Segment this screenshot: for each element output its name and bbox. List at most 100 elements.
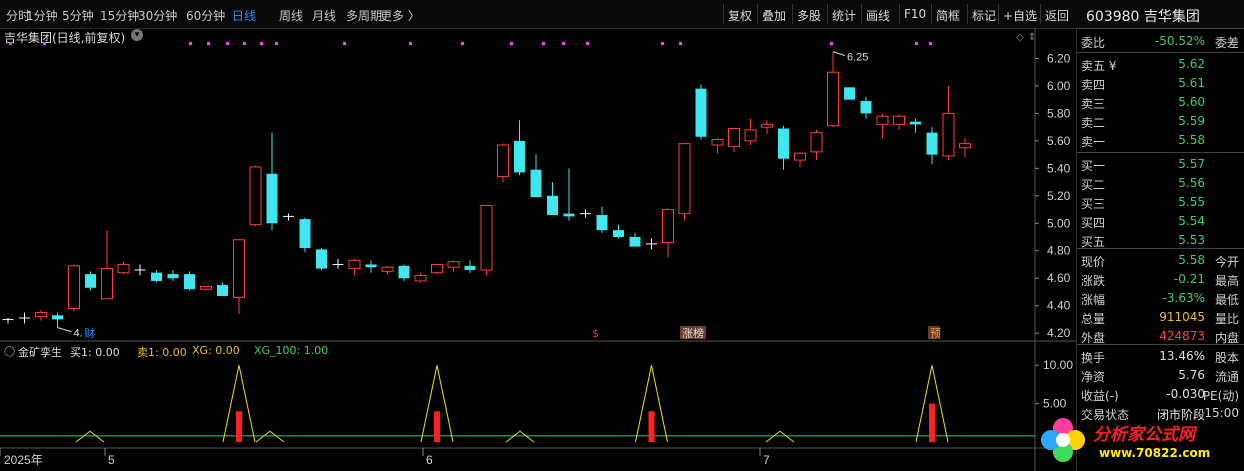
toolbar-action-4[interactable]: 画线	[866, 7, 890, 24]
sell-row-value: 5.60	[1178, 95, 1205, 109]
stat-row-label: 现价	[1081, 255, 1106, 269]
marker-dot	[226, 42, 229, 45]
toolbar-separator	[827, 4, 828, 24]
stat2-row: 收益(-) -0.030 PE(动)	[1081, 384, 1241, 404]
stat-row: 外盘 424873 内盘	[1081, 326, 1241, 346]
period-tab-2[interactable]: 5分钟	[62, 7, 94, 24]
stat-row-label: 涨跌	[1081, 274, 1106, 288]
sell-row-value: 5.59	[1178, 114, 1205, 128]
sell-row-label: 卖三	[1081, 97, 1106, 111]
toolbar-action-5[interactable]: F10	[904, 7, 926, 21]
candle-body	[827, 71, 839, 127]
sell-row-value: 5.61	[1178, 76, 1205, 90]
toolbar-action-1[interactable]: 叠加	[762, 7, 786, 24]
marker-dot	[461, 42, 464, 45]
stat2-row-value: 13.46%	[1159, 349, 1205, 363]
minor-peak	[765, 430, 795, 443]
candle-body	[414, 274, 427, 282]
candle-body	[678, 143, 691, 215]
buy-row-label: 买四	[1081, 216, 1106, 230]
stat2-row: 换手 13.46% 股本	[1081, 346, 1241, 366]
candle-body	[810, 132, 823, 153]
weibi-row-value: -50.52%	[1154, 34, 1205, 48]
diamond-icon: ◇	[1016, 32, 1024, 43]
buy-row-value: 5.55	[1178, 195, 1205, 209]
stat2-row-label: 换手	[1081, 351, 1106, 365]
toolbar-action-9[interactable]: 返回	[1045, 7, 1069, 24]
sell-row-value: 5.62	[1178, 57, 1205, 71]
toolbar-action-7[interactable]: 标记	[972, 7, 996, 24]
period-tab-8[interactable]: 月线	[312, 7, 336, 24]
candle-body	[596, 215, 608, 231]
sell-row-label: 卖一	[1081, 135, 1106, 149]
toolbar-separator	[931, 4, 932, 24]
panel-divider	[1077, 52, 1244, 53]
toolbar-action-0[interactable]: 复权	[728, 7, 752, 24]
candle-body	[381, 266, 394, 272]
buy-row: 买一 5.57	[1081, 154, 1241, 174]
sell-row: 卖二 5.59	[1081, 111, 1241, 131]
event-marker: $	[592, 327, 599, 340]
period-tab-6[interactable]: 日线	[232, 7, 256, 24]
buy-row: 买四 5.54	[1081, 211, 1241, 231]
stat-row-label: 总量	[1081, 312, 1106, 326]
candle-body	[35, 312, 47, 318]
candle-body	[447, 261, 460, 268]
marker-dot	[207, 42, 210, 45]
toolbar-action-8[interactable]: +自选	[1003, 7, 1037, 24]
weibi-row: 委比 -50.52% 委差	[1081, 31, 1241, 51]
toolbar-separator	[861, 4, 862, 24]
signal-bar	[236, 411, 242, 442]
stock-header: 603980 吉华集团	[1086, 6, 1200, 26]
period-tab-10[interactable]: 更多 〉	[380, 7, 420, 24]
stat-row-label2: 今开	[1214, 255, 1239, 269]
toolbar-action-3[interactable]: 统计	[832, 7, 856, 24]
candle-body	[184, 274, 195, 290]
stat2-row-label2: PE(动)	[1202, 389, 1239, 403]
indicator-name[interactable]: 金矿孪生	[18, 344, 62, 360]
period-tab-4[interactable]: 30分钟	[138, 7, 177, 24]
candle-body	[85, 274, 96, 288]
period-tab-3[interactable]: 15分钟	[100, 7, 139, 24]
candle-body	[200, 285, 212, 290]
period-tab-7[interactable]: 周线	[279, 7, 303, 24]
period-tab-1[interactable]: 1分钟	[26, 7, 58, 24]
high-arrow	[832, 51, 846, 57]
buy-row-label: 买一	[1081, 159, 1106, 173]
marker-dot	[43, 42, 46, 45]
price-tick-label: 5.80	[1047, 106, 1071, 120]
candle-body	[299, 219, 311, 248]
indicator-sell: 卖1: 0.00	[137, 346, 187, 359]
indicator-xg100: XG_100: 1.00	[254, 344, 329, 357]
event-marker: 涨榜	[682, 326, 704, 340]
panel-divider	[1077, 28, 1244, 29]
period-tab-5[interactable]: 60分钟	[186, 7, 225, 24]
marker-dot	[679, 42, 682, 45]
stat-row-label: 涨幅	[1081, 293, 1106, 307]
candle-body	[761, 123, 773, 128]
time-tick-label: 2025年	[4, 453, 43, 467]
candle-body	[613, 230, 624, 238]
stat-row: 总量 911045 量比	[1081, 307, 1241, 327]
toolbar-action-6[interactable]: 简框	[936, 7, 960, 24]
candle-body	[563, 213, 575, 217]
kline-chart[interactable]: 6.20 6.00 5.80 5.60 5.40 5.20 5.00 4.80 4.60 4.40…	[0, 28, 1076, 471]
toolbar-action-2[interactable]: 多股	[797, 7, 821, 24]
event-marker: 预	[930, 327, 941, 340]
stat2-row-label: 收益(-)	[1081, 389, 1119, 403]
period-tab-9[interactable]: 多周期	[346, 7, 382, 24]
marker-dot	[243, 42, 246, 45]
candle-body	[711, 139, 724, 146]
candle-body	[316, 249, 327, 269]
candle-body	[348, 259, 361, 270]
candle-body	[217, 285, 228, 297]
panel-divider	[1077, 344, 1244, 345]
stat-row-value: 424873	[1159, 329, 1205, 343]
toolbar-separator	[1040, 4, 1041, 24]
event-marker: 财	[84, 326, 95, 340]
marker-dot	[189, 42, 192, 45]
price-tick-label: 4.20	[1047, 326, 1071, 340]
buy-row-label: 买二	[1081, 178, 1106, 192]
buy-row-label: 买三	[1081, 197, 1106, 211]
toolbar: 分时 1分钟 5分钟 15分钟 30分钟 60分钟 日线 周线 月线 多周期 更多 〉复权 叠加 多股统…	[0, 0, 1244, 29]
